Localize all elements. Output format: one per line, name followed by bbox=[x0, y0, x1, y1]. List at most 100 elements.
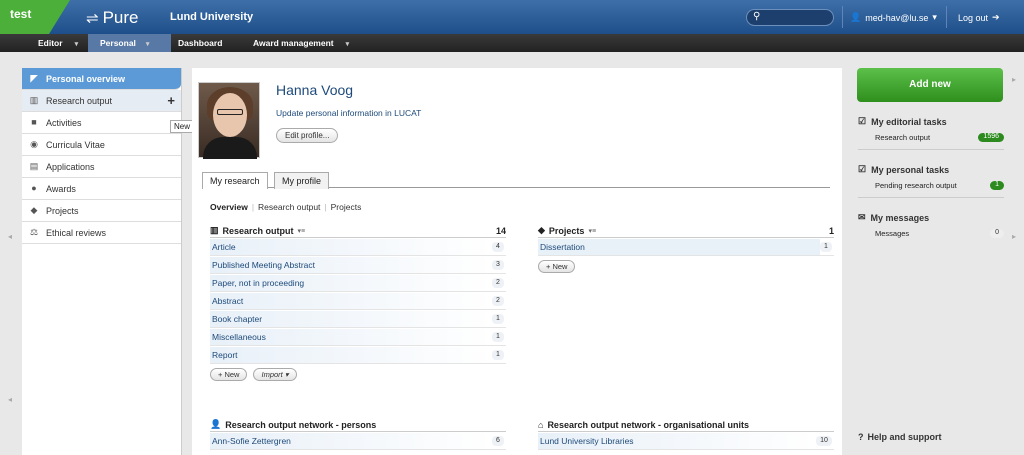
tab-my-research[interactable]: My research bbox=[202, 172, 268, 189]
panel-header: ▥ Research output ▾≡ 14 bbox=[210, 224, 506, 238]
list-item[interactable]: Lund University Libraries 10 bbox=[538, 432, 834, 450]
pure-logo[interactable]: ⇌ Pure bbox=[86, 8, 139, 28]
chevron-down-icon[interactable]: ▾ bbox=[75, 41, 79, 48]
arrow-right-circle-icon: ➔ bbox=[992, 12, 1000, 22]
book-icon: ▥ bbox=[29, 95, 39, 105]
help-icon: ? bbox=[858, 432, 864, 442]
sidebar-item-awards[interactable]: ● Awards bbox=[22, 178, 181, 200]
subnav-overview[interactable]: Overview bbox=[210, 202, 248, 212]
sidebar-item-label: Projects bbox=[46, 205, 79, 216]
sidebar-item-applications[interactable]: ▤ Applications bbox=[22, 156, 181, 178]
button-label: New bbox=[224, 370, 240, 379]
chevron-down-icon: ▾ bbox=[282, 370, 289, 379]
subnav-projects[interactable]: Projects bbox=[331, 202, 362, 212]
chevron-down-icon: ▾ bbox=[932, 12, 937, 22]
help-label: Help and support bbox=[867, 432, 942, 442]
edit-profile-button[interactable]: Edit profile... bbox=[276, 128, 339, 143]
task-row[interactable]: Pending research output 1 bbox=[858, 175, 1004, 197]
main-content: Hanna Voog Update personal information i… bbox=[192, 68, 842, 455]
count-badge: 1 bbox=[492, 331, 504, 342]
chevron-down-icon[interactable]: ▾ bbox=[346, 41, 350, 48]
scroll-left-icon[interactable]: ◂ bbox=[8, 232, 12, 241]
logout-label: Log out bbox=[958, 12, 989, 23]
panel-title: Research output network - persons bbox=[225, 419, 377, 430]
sort-icon[interactable]: ▾≡ bbox=[298, 227, 306, 235]
list-item-label: Ann-Sofie Zettergren bbox=[210, 432, 492, 449]
panel-title: Research output bbox=[222, 225, 294, 236]
nav-personal[interactable]: Personal ▾ bbox=[88, 34, 172, 52]
sidebar-item-activities[interactable]: ■ Activities bbox=[22, 112, 181, 134]
user-icon: 👤 bbox=[850, 12, 862, 22]
list-item[interactable]: Paper, not in proceeding 2 bbox=[210, 274, 506, 292]
list-item[interactable]: Miscellaneous 1 bbox=[210, 328, 506, 346]
import-button[interactable]: Import ▾ bbox=[253, 368, 297, 381]
envelope-icon: ✉ bbox=[858, 212, 866, 222]
scroll-left-icon[interactable]: ◂ bbox=[8, 395, 12, 404]
nav-award-management[interactable]: Award management ▾ bbox=[253, 34, 349, 52]
nav-editor[interactable]: Editor ▾ bbox=[38, 34, 78, 52]
money-bag-icon: ● bbox=[31, 183, 37, 193]
photo-shirt bbox=[203, 137, 257, 159]
scroll-right-icon[interactable]: ▸ bbox=[1012, 75, 1016, 84]
cv-icon: ◉ bbox=[30, 139, 38, 149]
sidebar-item-curricula-vitae[interactable]: ◉ Curricula Vitae bbox=[22, 134, 181, 156]
network-units-panel: ⌂ Research output network - organisationa… bbox=[538, 418, 834, 450]
sidebar-item-label: Activities bbox=[46, 117, 82, 128]
nav-personal-label: Personal bbox=[100, 38, 136, 48]
person-icon: 👤 bbox=[210, 419, 222, 429]
list-item[interactable]: Published Meeting Abstract 3 bbox=[210, 256, 506, 274]
add-icon[interactable]: + bbox=[167, 93, 175, 108]
panel-title: Projects bbox=[548, 225, 585, 236]
sidebar-item-personal-overview[interactable]: ◤ Personal overview bbox=[22, 68, 181, 90]
search-input[interactable]: ⚲ bbox=[746, 9, 834, 26]
list-item[interactable]: Ann-Sofie Zettergren 6 bbox=[210, 432, 506, 450]
nav-dashboard[interactable]: Dashboard bbox=[178, 34, 222, 52]
task-row[interactable]: Research output 1596 bbox=[858, 127, 1004, 149]
sidebar-item-projects[interactable]: ◆ Projects bbox=[22, 200, 181, 222]
panel-buttons: + New Import ▾ bbox=[210, 368, 506, 381]
sidebar-item-ethical-reviews[interactable]: ⚖ Ethical reviews bbox=[22, 222, 181, 244]
photo-glasses bbox=[217, 109, 243, 115]
user-menu[interactable]: 👤 med-hav@lu.se ▾ bbox=[850, 12, 937, 23]
button-label: Import bbox=[261, 370, 283, 379]
new-research-output-button[interactable]: + New bbox=[210, 368, 248, 381]
scroll-right-icon[interactable]: ▸ bbox=[1012, 232, 1016, 241]
divider: | bbox=[251, 202, 255, 212]
count-badge: 0 bbox=[990, 229, 1004, 238]
chevron-down-icon[interactable]: ▾ bbox=[146, 41, 150, 48]
sort-icon[interactable]: ▾≡ bbox=[588, 227, 596, 235]
pure-logo-icon: ⇌ bbox=[86, 10, 99, 27]
list-item-label: Report bbox=[210, 346, 492, 363]
section-title: My personal tasks bbox=[871, 164, 950, 175]
panel-count: 14 bbox=[495, 225, 506, 236]
subnav-research-output[interactable]: Research output bbox=[258, 202, 320, 212]
panel-header: 👤 Research output network - persons bbox=[210, 418, 506, 432]
personal-tasks-section: ☑ My personal tasks Pending research outp… bbox=[858, 164, 1004, 198]
tab-my-profile[interactable]: My profile bbox=[274, 172, 330, 189]
logout-button[interactable]: Log out ➔ bbox=[958, 12, 1000, 23]
scales-icon: ⚖ bbox=[29, 227, 39, 237]
sidebar-item-research-output[interactable]: ▥ Research output + bbox=[22, 90, 181, 112]
new-project-button[interactable]: + New bbox=[538, 260, 576, 273]
projects-panel: ◆ Projects ▾≡ 1 Dissertation 1 + New bbox=[538, 224, 834, 273]
photo-face bbox=[213, 93, 247, 137]
task-row[interactable]: Messages 0 bbox=[858, 223, 1004, 245]
list-item-label: Dissertation bbox=[538, 238, 820, 255]
list-item[interactable]: Book chapter 1 bbox=[210, 310, 506, 328]
add-new-button[interactable]: Add new bbox=[857, 68, 1003, 102]
task-label: Messages bbox=[875, 229, 910, 238]
count-badge: 3 bbox=[492, 259, 504, 270]
count-badge: 1 bbox=[820, 241, 832, 252]
count-badge: 2 bbox=[492, 295, 504, 306]
list-item-label: Published Meeting Abstract bbox=[210, 256, 492, 273]
section-title: My messages bbox=[870, 212, 930, 223]
list-item[interactable]: Abstract 2 bbox=[210, 292, 506, 310]
sidebar-item-label: Ethical reviews bbox=[46, 227, 107, 238]
list-item[interactable]: Dissertation 1 bbox=[538, 238, 834, 256]
update-info-link[interactable]: Update personal information in LUCAT bbox=[276, 108, 421, 118]
list-item[interactable]: Article 4 bbox=[210, 238, 506, 256]
help-link[interactable]: ? Help and support bbox=[858, 432, 942, 442]
sidebar-item-label: Applications bbox=[46, 161, 95, 172]
list-item[interactable]: Report 1 bbox=[210, 346, 506, 364]
editorial-tasks-section: ☑ My editorial tasks Research output 1596 bbox=[858, 116, 1004, 150]
